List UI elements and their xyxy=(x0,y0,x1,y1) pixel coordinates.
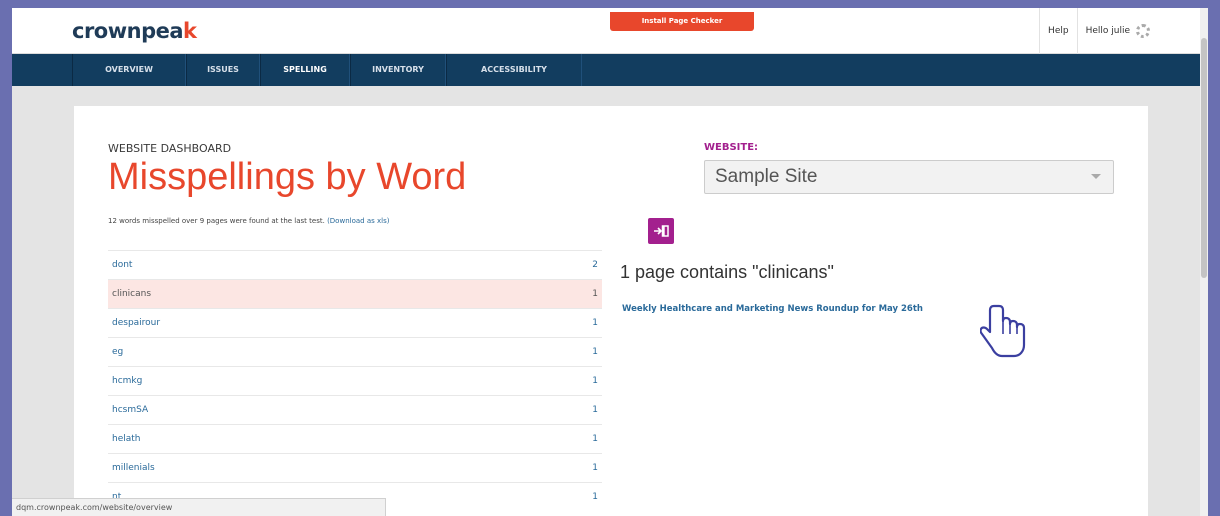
word-count: 1 xyxy=(592,347,598,357)
word-count: 1 xyxy=(592,289,598,299)
website-select-value: Sample Site xyxy=(715,166,818,187)
word-label: despairour xyxy=(112,318,161,328)
main-nav: OVERVIEW ISSUES SPELLING INVENTORY ACCESSIBI… xyxy=(12,54,1208,86)
help-link-label: Help xyxy=(1048,26,1069,36)
user-greeting: Hello julie xyxy=(1085,26,1130,36)
collapse-panel-button[interactable] xyxy=(648,218,674,244)
word-row[interactable]: hcsmSA 1 xyxy=(108,395,602,424)
result-page-link[interactable]: Weekly Healthcare and Marketing News Rou… xyxy=(622,304,923,314)
page-title: Misspellings by Word xyxy=(108,156,467,198)
word-row[interactable]: millenials 1 xyxy=(108,453,602,482)
nav-tabs: OVERVIEW ISSUES SPELLING INVENTORY ACCESSIBI… xyxy=(72,54,582,86)
browser-window: crownpeak Install Page Checker Help Hell… xyxy=(12,8,1208,516)
page-eyebrow: WEBSITE DASHBOARD xyxy=(108,142,232,155)
website-label: WEBSITE: xyxy=(704,142,759,153)
tab-issues[interactable]: ISSUES xyxy=(186,54,260,86)
word-row[interactable]: dont 2 xyxy=(108,250,602,279)
word-row[interactable]: clinicans 1 xyxy=(108,279,602,308)
arrow-into-panel-icon xyxy=(654,225,669,237)
download-xls-link[interactable]: (Download as xls) xyxy=(327,217,389,225)
user-menu[interactable]: Hello julie xyxy=(1076,8,1158,54)
result-heading: 1 page contains "clinicans" xyxy=(620,262,834,282)
word-row[interactable]: despairour 1 xyxy=(108,308,602,337)
word-label: clinicans xyxy=(112,289,152,299)
top-header: crownpeak Install Page Checker Help Hell… xyxy=(12,8,1208,54)
logo-text: crownpea xyxy=(72,19,184,43)
word-label: millenials xyxy=(112,463,155,473)
word-label: helath xyxy=(112,434,141,444)
word-count: 1 xyxy=(592,463,598,473)
tab-accessibility[interactable]: ACCESSIBILITY xyxy=(446,54,582,86)
logo-accent: k xyxy=(183,19,197,43)
install-page-checker-button[interactable]: Install Page Checker xyxy=(610,12,754,31)
summary-text: 12 words misspelled over 9 pages were fo… xyxy=(108,217,389,225)
misspelled-word-list: dont 2 clinicans 1 despairour 1 eg 1 hcmkg 1 hcsmS… xyxy=(108,250,602,511)
top-links: Help Hello julie xyxy=(1039,8,1158,54)
tab-inventory[interactable]: INVENTORY xyxy=(350,54,446,86)
word-row[interactable]: eg 1 xyxy=(108,337,602,366)
word-label: hcmkg xyxy=(112,376,143,386)
word-count: 1 xyxy=(592,318,598,328)
word-row[interactable]: helath 1 xyxy=(108,424,602,453)
status-bar: dqm.crownpeak.com/website/overview xyxy=(12,498,386,516)
word-count: 1 xyxy=(592,376,598,386)
word-count: 2 xyxy=(592,260,598,270)
page-scrollbar[interactable] xyxy=(1200,8,1208,516)
hand-pointer-icon xyxy=(979,304,1028,364)
website-select[interactable]: Sample Site xyxy=(704,160,1114,194)
chevron-down-icon xyxy=(1091,174,1101,179)
word-count: 1 xyxy=(592,492,598,502)
word-row[interactable]: hcmkg 1 xyxy=(108,366,602,395)
word-count: 1 xyxy=(592,405,598,415)
scroll-thumb[interactable] xyxy=(1201,38,1207,278)
tab-overview[interactable]: OVERVIEW xyxy=(72,54,186,86)
gear-icon[interactable] xyxy=(1136,24,1150,38)
tab-spelling[interactable]: SPELLING xyxy=(260,54,350,86)
crownpeak-logo[interactable]: crownpeak xyxy=(72,19,197,43)
help-link[interactable]: Help xyxy=(1039,8,1077,54)
word-label: eg xyxy=(112,347,124,357)
summary-sentence: 12 words misspelled over 9 pages were fo… xyxy=(108,217,325,225)
word-label: dont xyxy=(112,260,133,270)
word-label: hcsmSA xyxy=(112,405,149,415)
word-count: 1 xyxy=(592,434,598,444)
